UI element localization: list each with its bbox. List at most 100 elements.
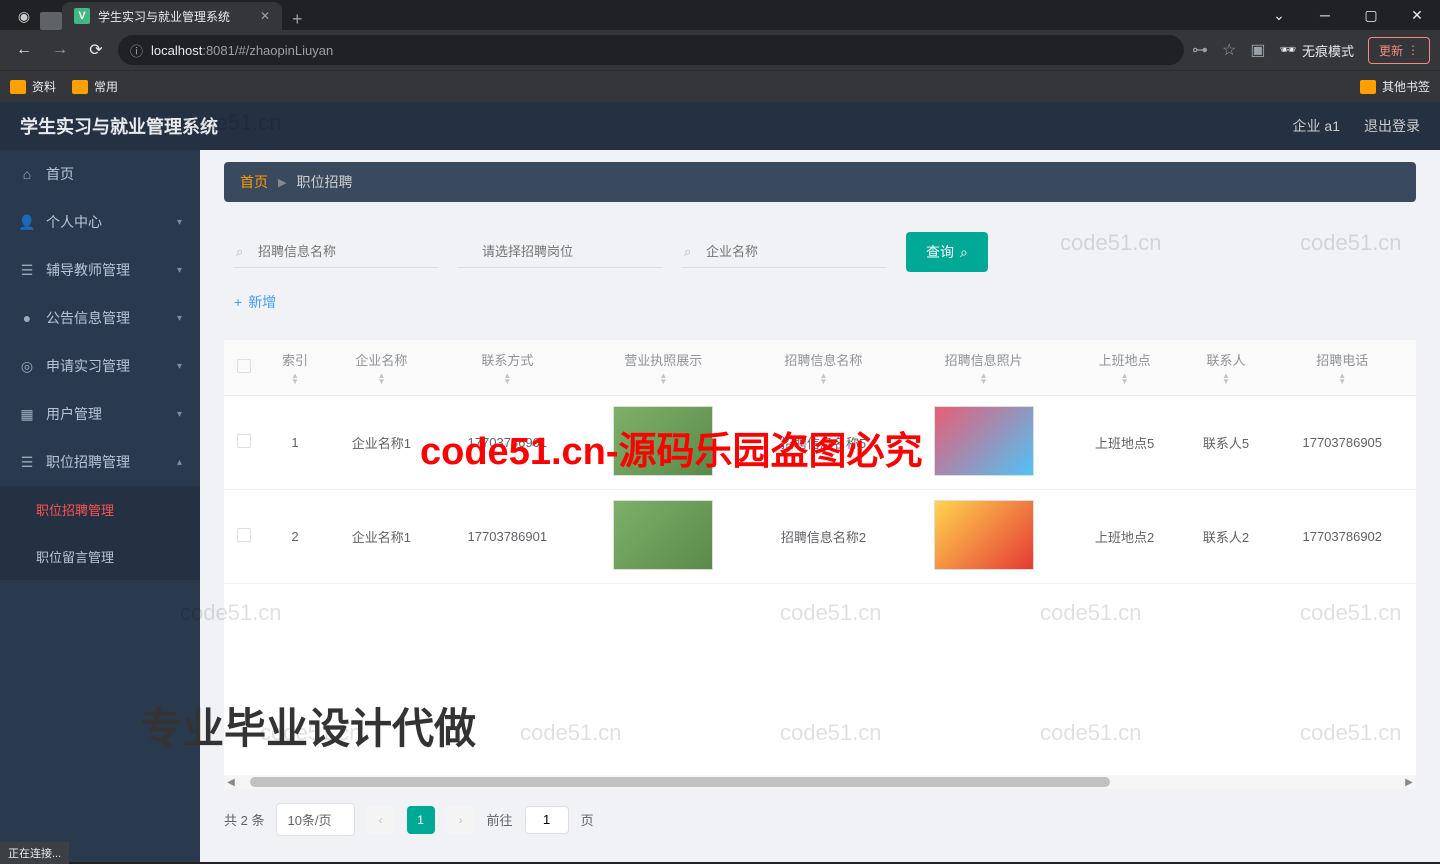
- row-checkbox[interactable]: [237, 528, 251, 542]
- sidebar-item-home[interactable]: ⌂首页: [0, 150, 200, 198]
- col-license[interactable]: 营业执照展示▲▼: [578, 340, 749, 396]
- horizontal-scrollbar[interactable]: ◀ ▶: [224, 775, 1416, 789]
- breadcrumb-current: 职位招聘: [296, 172, 352, 192]
- sort-icon: ▲▼: [272, 373, 318, 385]
- key-icon[interactable]: ⊶: [1192, 40, 1208, 60]
- sidebar-item-user[interactable]: ▦用户管理▾: [0, 390, 200, 438]
- back-button[interactable]: ←: [10, 36, 38, 64]
- list-icon: ☰: [18, 453, 36, 471]
- query-button[interactable]: 查询⌕: [906, 232, 988, 272]
- license-thumbnail[interactable]: [613, 500, 713, 570]
- search-title-input[interactable]: [234, 236, 438, 268]
- sort-icon: ▲▼: [757, 373, 890, 385]
- page-size-select[interactable]: 10条/页: [276, 803, 354, 836]
- photo-thumbnail[interactable]: [934, 406, 1034, 476]
- col-company[interactable]: 企业名称▲▼: [326, 340, 437, 396]
- tab-placeholder-icon: [40, 12, 62, 30]
- sort-icon: ▲▼: [586, 373, 741, 385]
- chevron-down-icon[interactable]: ⌄: [1256, 0, 1302, 30]
- chevron-down-icon: ▾: [177, 217, 182, 228]
- close-window-icon[interactable]: ✕: [1394, 0, 1440, 30]
- extensions-icon[interactable]: ▣: [1250, 40, 1265, 60]
- sort-icon: ▲▼: [1077, 373, 1172, 385]
- forward-button[interactable]: →: [46, 36, 74, 64]
- folder-icon: [10, 80, 26, 94]
- col-phone[interactable]: 招聘电话▲▼: [1272, 340, 1413, 396]
- breadcrumb-home[interactable]: 首页: [240, 172, 268, 192]
- app-title: 学生实习与就业管理系统: [20, 113, 218, 139]
- chevron-down-icon: ▾: [177, 265, 182, 276]
- minimize-icon[interactable]: ─: [1302, 0, 1348, 30]
- photo-thumbnail[interactable]: [934, 500, 1034, 570]
- sidebar-subitem-message[interactable]: 职位留言管理: [0, 533, 200, 580]
- maximize-icon[interactable]: ▢: [1348, 0, 1394, 30]
- prev-page-button[interactable]: ‹: [367, 806, 395, 834]
- other-bookmarks[interactable]: 其他书签: [1360, 78, 1430, 95]
- chevron-right-icon: ▶: [278, 176, 286, 189]
- sidebar-item-personal[interactable]: 👤个人中心▾: [0, 198, 200, 246]
- sort-icon: ▲▼: [334, 373, 429, 385]
- col-post[interactable]: 招聘岗位▲▼: [1413, 340, 1416, 396]
- sort-icon: ▲▼: [1188, 373, 1264, 385]
- sort-icon: ▲▼: [906, 373, 1061, 385]
- scroll-right-icon[interactable]: ▶: [1402, 777, 1416, 788]
- chevron-up-icon: ▴: [177, 457, 182, 468]
- search-company-input[interactable]: [682, 236, 886, 268]
- tab-title: 学生实习与就业管理系统: [98, 8, 230, 25]
- sidebar-item-intern[interactable]: ◎申请实习管理▾: [0, 342, 200, 390]
- address-bar[interactable]: ⓘ localhost:8081/#/zhaopinLiuyan: [118, 35, 1184, 65]
- search-post-select[interactable]: [458, 236, 662, 268]
- reload-button[interactable]: ⟳: [82, 36, 110, 64]
- table-row[interactable]: 1 企业名称1 17703786901 招聘信息名称5 上班地点5 联系人5 1…: [224, 396, 1416, 490]
- watermark-text: 专业毕业设计代做: [140, 695, 476, 756]
- more-icon: ⋮: [1407, 43, 1419, 57]
- breadcrumb: 首页 ▶ 职位招聘: [224, 162, 1416, 202]
- current-user[interactable]: 企业 a1: [1293, 116, 1340, 136]
- logout-link[interactable]: 退出登录: [1364, 116, 1420, 136]
- search-icon: ⌕: [960, 244, 968, 261]
- col-contact[interactable]: 联系方式▲▼: [437, 340, 578, 396]
- add-button[interactable]: +新增: [224, 282, 1416, 322]
- search-icon: ⌕: [684, 244, 691, 260]
- home-icon: ⌂: [18, 165, 36, 183]
- col-photo[interactable]: 招聘信息照片▲▼: [898, 340, 1069, 396]
- sidebar-item-teacher[interactable]: ☰辅导教师管理▾: [0, 246, 200, 294]
- page-unit: 页: [581, 810, 594, 829]
- update-button[interactable]: 更新 ⋮: [1368, 37, 1430, 64]
- col-title[interactable]: 招聘信息名称▲▼: [749, 340, 898, 396]
- row-checkbox[interactable]: [237, 434, 251, 448]
- col-person[interactable]: 联系人▲▼: [1180, 340, 1272, 396]
- new-tab-button[interactable]: +: [282, 9, 313, 30]
- incognito-icon: 🕶: [1279, 42, 1296, 58]
- bookmark-folder[interactable]: 常用: [72, 78, 118, 95]
- star-icon[interactable]: ☆: [1222, 40, 1236, 60]
- scroll-left-icon[interactable]: ◀: [224, 777, 238, 788]
- browser-tab[interactable]: V 学生实习与就业管理系统 ✕: [62, 2, 282, 30]
- col-location[interactable]: 上班地点▲▼: [1069, 340, 1180, 396]
- bulb-icon: ●: [18, 309, 36, 327]
- plus-icon: +: [234, 294, 242, 310]
- license-thumbnail[interactable]: [613, 406, 713, 476]
- status-bar: 正在连接...: [0, 842, 69, 864]
- sort-icon: ▲▼: [445, 373, 570, 385]
- scrollbar-thumb[interactable]: [250, 777, 1110, 787]
- select-all-checkbox[interactable]: [237, 359, 251, 373]
- sidebar-item-recruit[interactable]: ☰职位招聘管理▴: [0, 438, 200, 486]
- pagination: 共 2 条 10条/页 ‹ 1 › 前往 页: [224, 789, 1416, 850]
- pager-total: 共 2 条: [224, 810, 264, 829]
- chevron-down-icon: ▾: [177, 409, 182, 420]
- page-number-button[interactable]: 1: [407, 806, 435, 834]
- sidebar-subitem-recruit[interactable]: 职位招聘管理: [0, 486, 200, 533]
- url-host: localhost: [151, 43, 202, 58]
- col-index[interactable]: 索引▲▼: [264, 340, 326, 396]
- chevron-down-icon: ▾: [177, 313, 182, 324]
- goto-page-input[interactable]: [525, 806, 569, 834]
- bookmark-folder[interactable]: 资料: [10, 78, 56, 95]
- sidebar-item-notice[interactable]: ●公告信息管理▾: [0, 294, 200, 342]
- table-row[interactable]: 2 企业名称1 17703786901 招聘信息名称2 上班地点2 联系人2 1…: [224, 490, 1416, 584]
- chevron-down-icon: ▾: [177, 361, 182, 372]
- goto-label: 前往: [487, 810, 513, 829]
- list-icon: ☰: [18, 261, 36, 279]
- close-tab-icon[interactable]: ✕: [260, 9, 270, 23]
- next-page-button[interactable]: ›: [447, 806, 475, 834]
